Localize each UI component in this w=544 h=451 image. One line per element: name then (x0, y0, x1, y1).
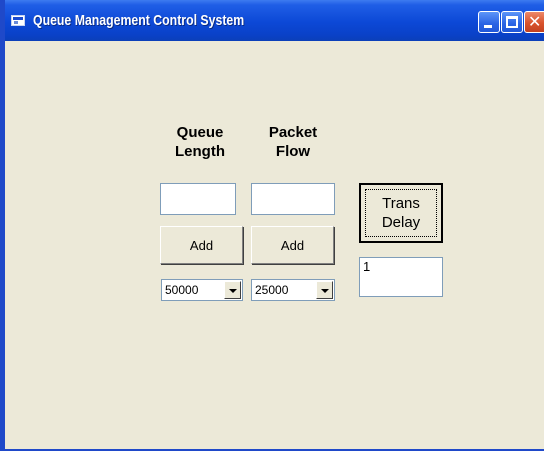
add-queue-length-button[interactable]: Add (160, 226, 243, 264)
close-icon: ✕ (528, 12, 542, 31)
queue-length-select-value: 50000 (165, 283, 199, 297)
packet-flow-label: Packet Flow (268, 124, 318, 160)
main-window: Queue Management Control System ✕ Queue … (0, 0, 544, 451)
maximize-icon (506, 16, 518, 28)
trans-delay-output[interactable]: 1 (359, 257, 443, 297)
minimize-icon (484, 25, 492, 28)
app-window-icon[interactable] (11, 15, 25, 26)
minimize-button[interactable] (478, 11, 500, 33)
packet-flow-input[interactable] (251, 183, 335, 215)
maximize-button[interactable] (501, 11, 523, 33)
close-button[interactable]: ✕ (524, 11, 544, 33)
queue-length-label: Queue Length (175, 124, 225, 160)
queue-length-input[interactable] (160, 183, 236, 215)
packet-flow-dropdown-button[interactable] (316, 281, 333, 299)
queue-length-select[interactable]: 50000 (161, 279, 243, 301)
chevron-down-icon (229, 289, 237, 293)
queue-length-dropdown-button[interactable] (224, 281, 241, 299)
packet-flow-select-value: 25000 (255, 283, 289, 297)
add-packet-flow-button[interactable]: Add (251, 226, 334, 264)
trans-delay-button[interactable]: Trans Delay (359, 183, 443, 243)
title-bar[interactable]: Queue Management Control System ✕ (5, 0, 544, 41)
chevron-down-icon (321, 289, 329, 293)
window-title: Queue Management Control System (33, 12, 245, 29)
packet-flow-select[interactable]: 25000 (251, 279, 335, 301)
trans-delay-button-label: Trans Delay (365, 189, 437, 237)
